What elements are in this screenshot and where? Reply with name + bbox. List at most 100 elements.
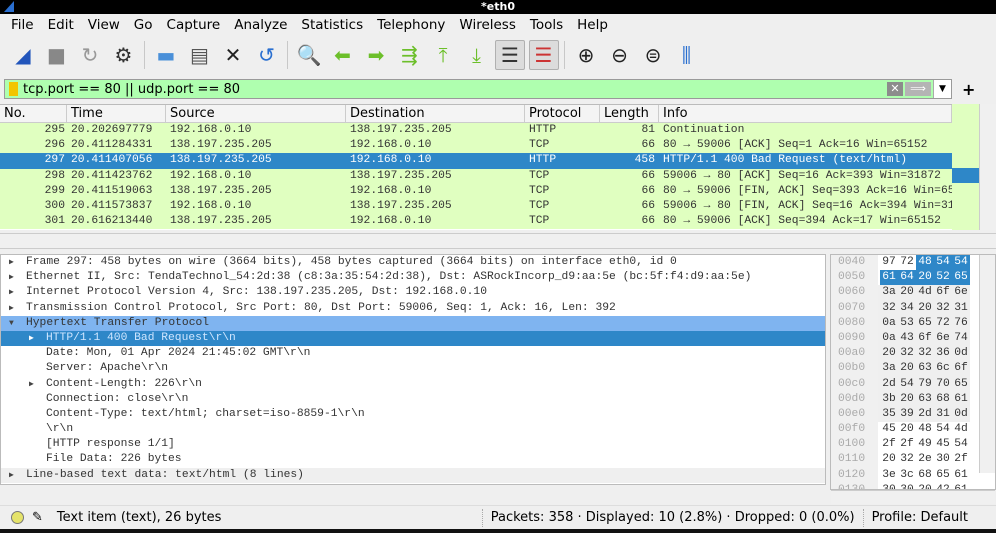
menu-wireless[interactable]: Wireless: [452, 17, 523, 33]
detail-tree-item[interactable]: [HTTP response 1/1]: [1, 437, 825, 453]
hex-bytes[interactable]: 97 72 48 54 54: [878, 255, 970, 271]
hex-byte[interactable]: 2e: [916, 452, 934, 467]
hex-byte[interactable]: 2f: [880, 437, 898, 452]
detail-tree-item[interactable]: ▶ Frame 297: 458 bytes on wire (3664 bits…: [1, 255, 825, 271]
hex-bytes[interactable]: 35 39 2d 31 0d: [878, 406, 970, 423]
detail-tree-item[interactable]: Date: Mon, 01 Apr 2024 21:45:02 GMT\r\n: [1, 346, 825, 362]
hex-byte[interactable]: 32: [916, 346, 934, 361]
hex-byte[interactable]: 61: [952, 483, 970, 489]
zoom-in-button[interactable]: ⊕: [571, 40, 601, 70]
menu-file[interactable]: File: [4, 17, 41, 33]
go-to-packet-button[interactable]: ⇶: [395, 40, 425, 70]
hex-byte[interactable]: 3c: [898, 468, 916, 483]
hex-byte[interactable]: 45: [934, 437, 952, 452]
column-header-time[interactable]: Time: [67, 105, 166, 122]
hex-bytes[interactable]: 61 64 20 52 65: [878, 270, 970, 286]
bytes-vscrollbar[interactable]: [979, 255, 995, 473]
hex-byte[interactable]: 48: [916, 255, 934, 271]
packet-row[interactable]: 297 20.411407056 138.197.235.205 192.168.0.…: [0, 153, 980, 169]
hex-byte[interactable]: 36: [934, 346, 952, 361]
hex-byte[interactable]: 74: [952, 331, 970, 346]
packet-row[interactable]: 298 20.411423762 192.168.0.10 138.197.235.2…: [0, 168, 980, 184]
hex-bytes[interactable]: 30 30 20 42 61: [878, 483, 970, 489]
hex-bytes[interactable]: 3a 20 63 6c 6f: [878, 361, 970, 377]
hex-byte[interactable]: 54: [898, 377, 916, 392]
auto-scroll-button[interactable]: ☰: [495, 40, 525, 70]
hex-byte[interactable]: 6f: [916, 331, 934, 346]
hex-byte[interactable]: 0a: [880, 316, 898, 331]
detail-tree-item[interactable]: File Data: 226 bytes: [1, 452, 825, 468]
packet-row[interactable]: 295 20.202697779 192.168.0.10 138.197.235.2…: [0, 123, 980, 139]
hex-byte[interactable]: 0d: [952, 346, 970, 361]
bytes-hscrollbar[interactable]: [831, 490, 995, 504]
hex-byte[interactable]: 0d: [952, 407, 970, 422]
expert-info-icon[interactable]: [11, 511, 24, 524]
collapse-arrow-icon[interactable]: ▼: [9, 316, 14, 331]
detail-tree-item[interactable]: \r\n: [1, 422, 825, 438]
detail-tree-item[interactable]: ▶ Content-Length: 226\r\n: [1, 376, 825, 392]
menu-analyze[interactable]: Analyze: [227, 17, 294, 33]
hex-byte[interactable]: 6c: [934, 361, 952, 376]
expand-arrow-icon[interactable]: ▶: [9, 270, 14, 285]
hex-byte[interactable]: 20: [898, 285, 916, 300]
expand-arrow-icon[interactable]: ▶: [9, 285, 14, 300]
column-header-info[interactable]: Info: [659, 105, 952, 122]
packet-row[interactable]: 296 20.411284331 138.197.235.205 192.168.0.…: [0, 138, 980, 154]
go-forward-button[interactable]: ➡: [361, 40, 391, 70]
hex-byte[interactable]: 42: [934, 483, 952, 489]
hex-byte[interactable]: 64: [898, 270, 916, 286]
hex-byte[interactable]: 3a: [880, 285, 898, 300]
zoom-out-button[interactable]: ⊖: [605, 40, 635, 70]
hex-byte[interactable]: 43: [898, 331, 916, 346]
menu-statistics[interactable]: Statistics: [294, 17, 370, 33]
detail-tree-item[interactable]: Connection: close\r\n: [1, 391, 825, 407]
apply-filter-button[interactable]: ⟹: [905, 82, 931, 96]
detail-tree-item[interactable]: ▶ Line-based text data: text/html (8 line…: [1, 467, 825, 483]
hex-bytes[interactable]: 20 32 32 36 0d: [878, 346, 970, 362]
hex-byte[interactable]: 76: [952, 316, 970, 331]
expand-arrow-icon[interactable]: ▶: [9, 468, 14, 483]
expand-arrow-icon[interactable]: ▶: [29, 377, 34, 392]
hex-byte[interactable]: 31: [934, 407, 952, 422]
hex-byte[interactable]: 70: [934, 377, 952, 392]
hex-byte[interactable]: 35: [880, 407, 898, 422]
edit-comment-icon[interactable]: ✎: [32, 510, 43, 525]
menu-go[interactable]: Go: [127, 17, 160, 33]
hex-byte[interactable]: 4d: [916, 285, 934, 300]
hex-byte[interactable]: 31: [952, 301, 970, 316]
go-back-button[interactable]: ⬅: [328, 40, 358, 70]
detail-tree-item[interactable]: ▶ Transmission Control Protocol, Src Port…: [1, 300, 825, 316]
hex-byte[interactable]: 20: [898, 361, 916, 376]
profile-selector[interactable]: Profile: Default: [872, 510, 968, 525]
hex-byte[interactable]: 6f: [934, 285, 952, 300]
filter-history-dropdown[interactable]: ▼: [933, 80, 951, 98]
hex-byte[interactable]: 54: [934, 422, 952, 437]
hex-bytes[interactable]: 45 20 48 54 4d: [878, 422, 970, 437]
hex-byte[interactable]: 72: [898, 255, 916, 270]
column-header-protocol[interactable]: Protocol: [525, 105, 600, 122]
hex-byte[interactable]: 30: [898, 483, 916, 489]
hex-byte[interactable]: 48: [916, 422, 934, 437]
hex-byte[interactable]: 2f: [952, 452, 970, 467]
hex-byte[interactable]: 72: [934, 316, 952, 331]
hex-byte[interactable]: 61: [952, 392, 970, 407]
hex-byte[interactable]: 4d: [952, 422, 970, 437]
hex-bytes[interactable]: 2f 2f 49 45 54: [878, 437, 970, 452]
hex-bytes[interactable]: 3a 20 4d 6f 6e: [878, 285, 970, 301]
hex-byte[interactable]: 20: [898, 422, 916, 437]
hex-bytes[interactable]: 20 32 2e 30 2f: [878, 452, 970, 467]
hex-byte[interactable]: 0a: [880, 331, 898, 346]
menu-edit[interactable]: Edit: [41, 17, 81, 33]
hex-byte[interactable]: 39: [898, 407, 916, 422]
hex-byte[interactable]: 20: [916, 483, 934, 489]
packet-list-hscrollbar[interactable]: [0, 233, 996, 249]
hex-byte[interactable]: 61: [880, 270, 898, 286]
hex-byte[interactable]: 2f: [898, 437, 916, 452]
hex-byte[interactable]: 20: [916, 301, 934, 316]
start-capture-button[interactable]: ◢: [8, 40, 38, 70]
detail-tree-item[interactable]: ▶ Ethernet II, Src: TendaTechnol_54:2d:38…: [1, 270, 825, 286]
hex-byte[interactable]: 65: [952, 377, 970, 392]
packet-row[interactable]: 299 20.411519063 138.197.235.205 192.168.0.…: [0, 183, 980, 199]
bookmark-icon[interactable]: [9, 82, 18, 96]
hex-byte[interactable]: 54: [952, 437, 970, 452]
